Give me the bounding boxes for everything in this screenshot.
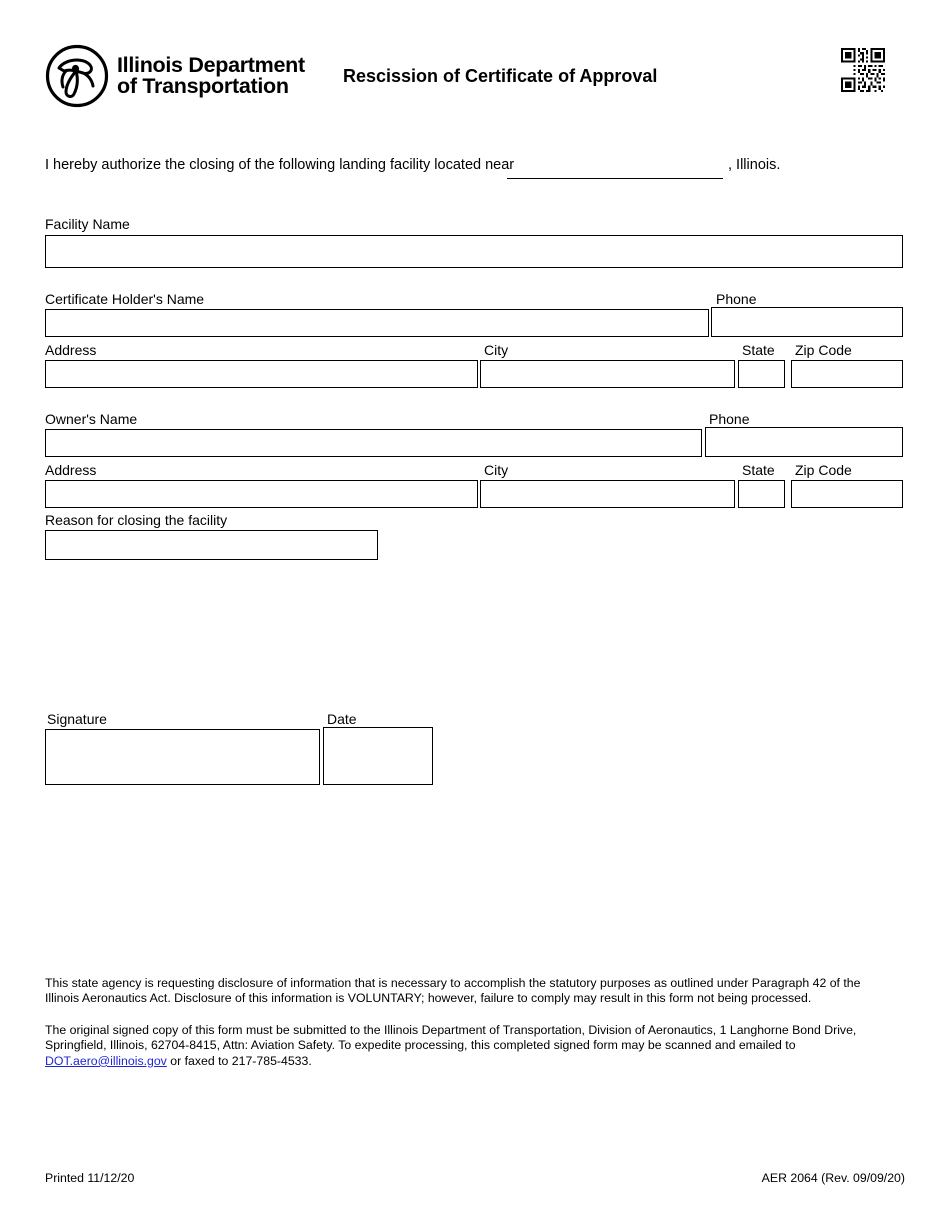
- certificate-holder-zip-input[interactable]: [791, 358, 904, 388]
- owner-state-label: State: [742, 462, 775, 478]
- signature-input[interactable]: [45, 729, 320, 785]
- authorization-statement: I hereby authorize the closing of the fo…: [45, 156, 905, 180]
- located-near-input[interactable]: [507, 177, 723, 179]
- submission-note-part-1: The original signed copy of this form mu…: [45, 1023, 857, 1053]
- form-number: AER 2064 (Rev. 09/09/20): [761, 1171, 905, 1185]
- submission-note-part-2: or faxed to 217-785-4533.: [166, 1053, 312, 1068]
- reason-label: Reason for closing the facility: [45, 512, 228, 528]
- owner-phone-label: Phone: [709, 411, 750, 427]
- submission-note: The original signed copy of this form mu…: [45, 1023, 877, 1069]
- page-title: Rescission of Certificate of Approval: [343, 66, 658, 86]
- dot-aero-email-link[interactable]: DOT.aero@illinois.gov: [45, 1054, 167, 1068]
- idot-logo: Illinois Department of Transportation: [45, 44, 305, 108]
- facility-name-input[interactable]: [45, 233, 904, 268]
- owner-address-input[interactable]: [45, 478, 479, 508]
- owner-zip-input[interactable]: [791, 478, 904, 508]
- certificate-holder-name-label: Certificate Holder's Name: [45, 291, 205, 307]
- certificate-holder-phone-label: Phone: [716, 291, 757, 307]
- owner-zip-label: Zip Code: [795, 462, 852, 478]
- owner-city-label: City: [484, 462, 509, 478]
- certificate-holder-zip-label: Zip Code: [795, 342, 852, 358]
- date-input[interactable]: [323, 727, 433, 785]
- owner-state-input[interactable]: [738, 478, 786, 508]
- certificate-holder-city-input[interactable]: [480, 358, 736, 388]
- authorization-statement-text: I hereby authorize the closing of the fo…: [45, 157, 515, 173]
- owner-city-input[interactable]: [480, 478, 736, 508]
- printed-date: Printed 11/12/20: [45, 1171, 135, 1185]
- form-page: Illinois Department of Transportation Re…: [0, 0, 950, 1230]
- owner-phone-input[interactable]: [705, 425, 904, 457]
- disclosure-note: This state agency is requesting disclosu…: [45, 976, 861, 1006]
- owner-address-label: Address: [45, 462, 97, 478]
- reason-input[interactable]: [45, 528, 379, 560]
- certificate-holder-address-input[interactable]: [45, 358, 479, 388]
- authorization-statement-tail: , Illinois.: [728, 157, 781, 173]
- date-label: Date: [327, 711, 357, 727]
- idot-logo-text: Illinois Department of Transportation: [117, 52, 305, 98]
- owner-name-label: Owner's Name: [45, 411, 138, 427]
- certificate-holder-name-input[interactable]: [45, 307, 710, 337]
- owner-name-input[interactable]: [45, 427, 703, 457]
- certificate-holder-address-label: Address: [45, 342, 97, 358]
- certificate-holder-phone-input[interactable]: [711, 305, 904, 337]
- certificate-holder-state-input[interactable]: [738, 358, 786, 388]
- idot-circular-triskelion-logo-icon: [45, 44, 109, 108]
- certificate-holder-state-label: State: [742, 342, 775, 358]
- agency-name-line-2: of Transportation: [117, 74, 289, 98]
- signature-label: Signature: [47, 711, 107, 727]
- qr-code-icon: [841, 48, 885, 92]
- certificate-holder-city-label: City: [484, 342, 509, 358]
- page-header: Illinois Department of Transportation Re…: [0, 0, 950, 130]
- agency-name-line-1: Illinois Department: [117, 52, 305, 77]
- facility-name-label: Facility Name: [45, 216, 130, 232]
